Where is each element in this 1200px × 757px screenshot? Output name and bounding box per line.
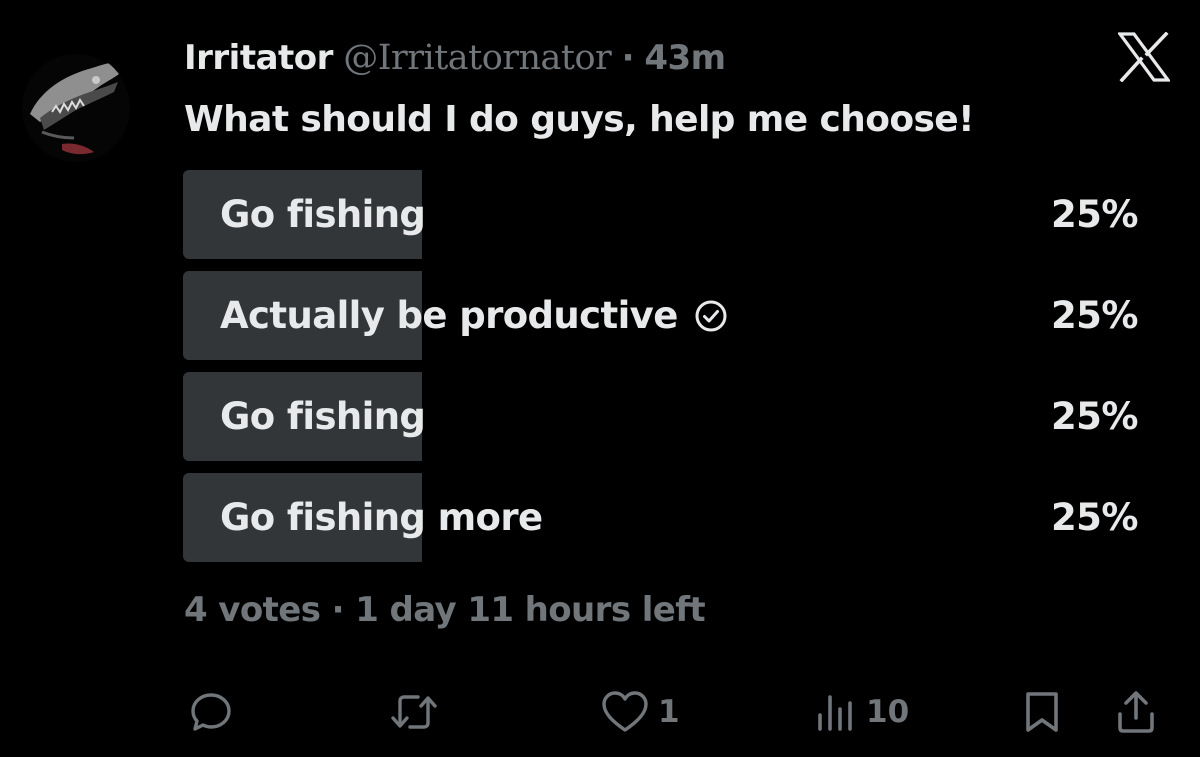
- bookmark-button[interactable]: [1020, 684, 1064, 740]
- views-count: 10: [866, 694, 910, 730]
- share-icon: [1112, 688, 1160, 736]
- poll-option-label: Go fishing: [220, 193, 426, 236]
- author-name[interactable]: Irritator: [184, 38, 333, 78]
- poll-option[interactable]: Actually be productive 25%: [183, 271, 1139, 360]
- tweet-header: Irritator @Irritatornator · 43m: [184, 36, 726, 80]
- x-logo-icon[interactable]: [1116, 31, 1172, 83]
- poll-footer-separator: ·: [331, 590, 345, 630]
- action-bar: 1 10: [0, 684, 1200, 740]
- like-count: 1: [658, 694, 680, 730]
- bookmark-icon: [1020, 688, 1064, 736]
- poll-option-percent: 25%: [1050, 294, 1139, 337]
- avatar[interactable]: [22, 52, 130, 164]
- check-circle-icon: [694, 299, 728, 333]
- poll-option-percent: 25%: [1050, 193, 1139, 236]
- author-handle[interactable]: @Irritatornator: [343, 38, 612, 78]
- reply-button[interactable]: [188, 684, 242, 740]
- poll-time-left: 1 day 11 hours left: [355, 590, 706, 630]
- views-icon: [814, 689, 858, 735]
- poll-footer: 4 votes · 1 day 11 hours left: [184, 588, 706, 632]
- heart-icon: [600, 689, 650, 735]
- poll-option[interactable]: Go fishing 25%: [183, 170, 1139, 259]
- poll-option-percent: 25%: [1050, 395, 1139, 438]
- header-separator: ·: [621, 38, 635, 78]
- share-button[interactable]: [1112, 684, 1160, 740]
- poll-option-label: Go fishing: [220, 395, 426, 438]
- poll-option-label: Actually be productive: [220, 294, 678, 337]
- poll-option[interactable]: Go fishing 25%: [183, 372, 1139, 461]
- tweet-time[interactable]: 43m: [644, 38, 726, 78]
- poll-vote-count: 4 votes: [184, 590, 321, 630]
- poll: Go fishing 25% Actually be productive 25…: [183, 170, 1139, 574]
- retweet-button[interactable]: [388, 684, 448, 740]
- views-button[interactable]: 10: [814, 684, 909, 740]
- like-button[interactable]: 1: [600, 684, 680, 740]
- reply-icon: [188, 689, 234, 735]
- tweet-text: What should I do guys, help me choose!: [184, 99, 975, 140]
- poll-option-percent: 25%: [1050, 496, 1139, 539]
- poll-option-label: Go fishing more: [220, 496, 543, 539]
- retweet-icon: [388, 689, 440, 735]
- poll-option[interactable]: Go fishing more 25%: [183, 473, 1139, 562]
